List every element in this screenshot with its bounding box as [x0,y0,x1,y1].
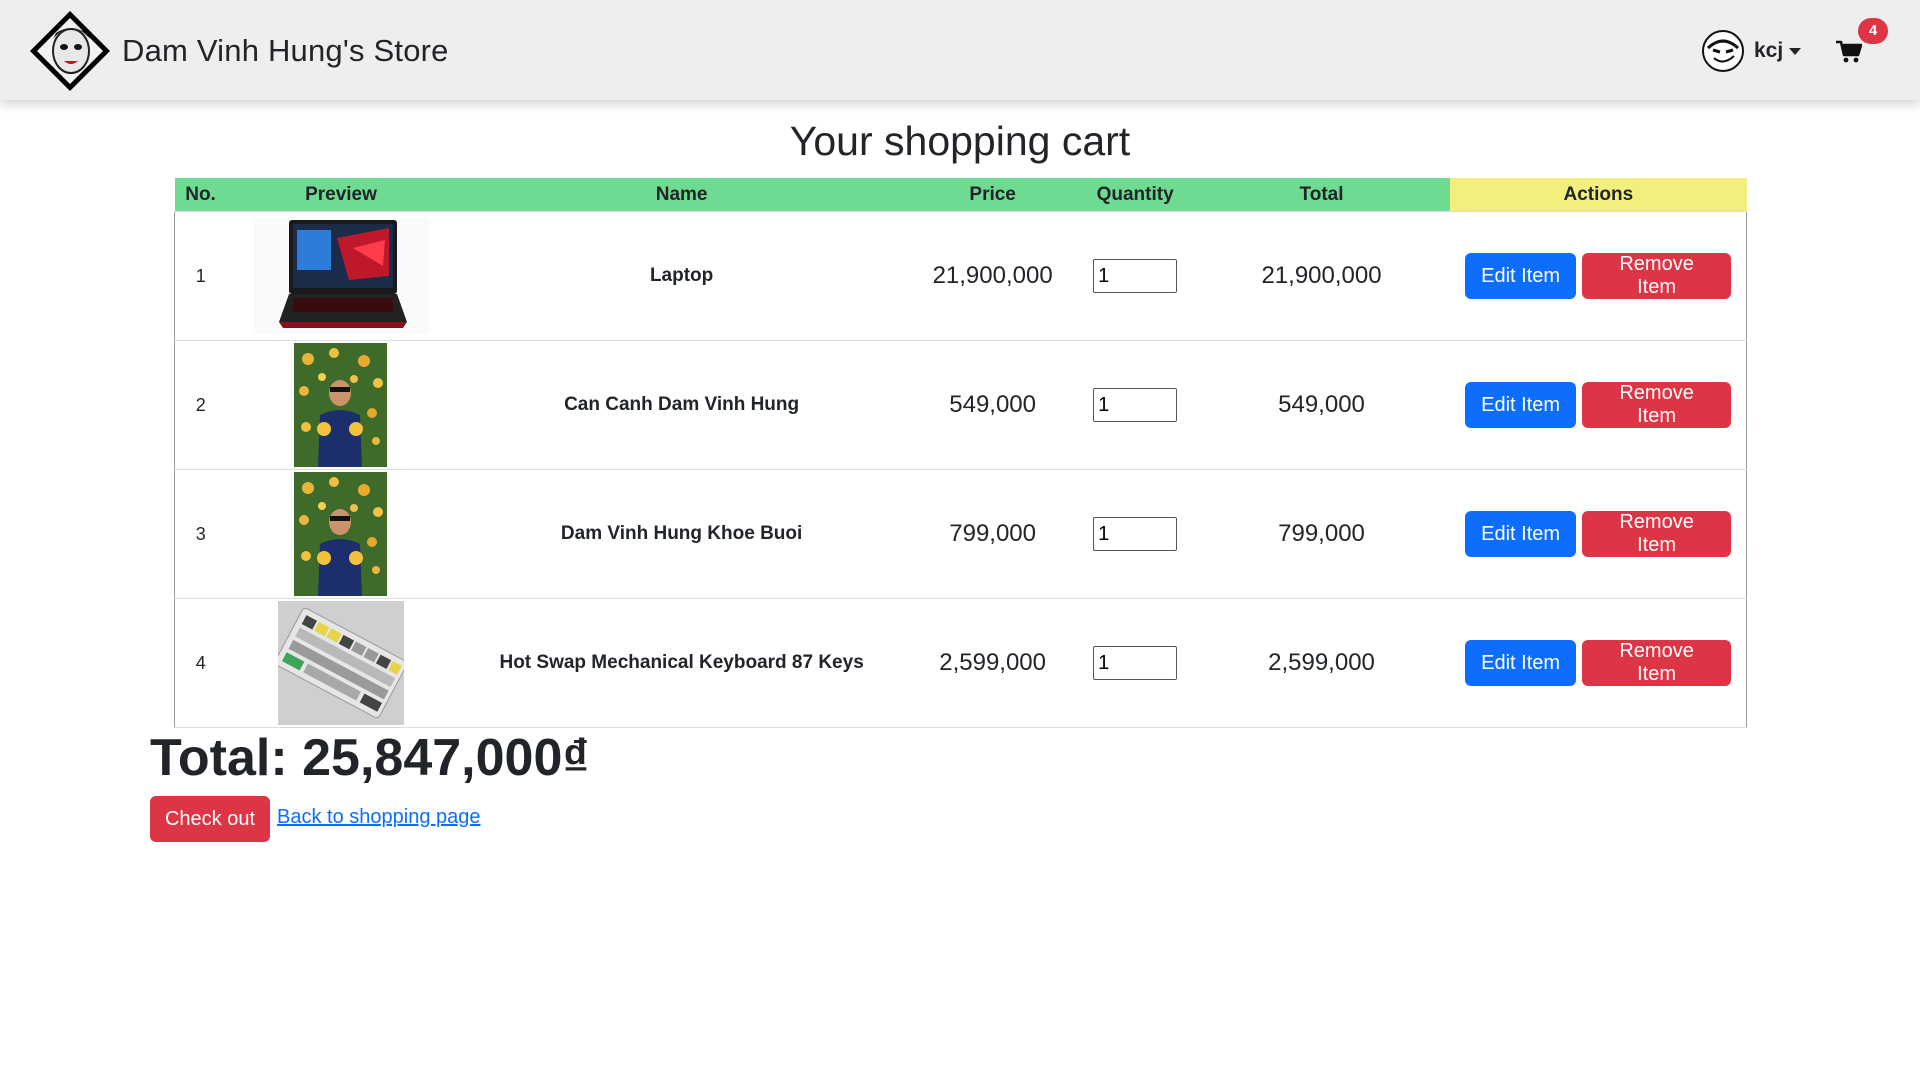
quantity-input[interactable] [1093,646,1178,680]
user-menu-toggle[interactable]: kcj [1702,28,1802,74]
table-row: 4 Hot Swap Mechanical Keyboard 87 Keys 2… [174,598,1747,728]
product-name: Can Canh Dam Vinh Hung [455,340,908,470]
edit-item-button[interactable]: Edit Item [1465,382,1577,428]
checkout-button[interactable]: Check out [150,796,270,842]
product-name: Dam Vinh Hung Khoe Buoi [455,469,908,599]
quantity-cell [1077,469,1193,599]
remove-item-button[interactable]: Remove Item [1582,382,1732,428]
quantity-cell [1077,211,1193,341]
remove-item-button[interactable]: Remove Item [1582,253,1732,299]
caret-down-icon [1789,47,1802,55]
product-price: 2,599,000 [907,598,1078,728]
header-no: No. [174,178,227,212]
actions-cell: Edit ItemRemove Item [1450,598,1747,728]
laptop-image [252,218,429,334]
row-total: 799,000 [1192,469,1451,599]
table-row: 3 Dam Vinh Hung Khoe Buoi 799,000 1 799,… [174,469,1747,599]
row-total: 2,599,000 [1192,598,1451,728]
cart-button[interactable]: 4 [1834,18,1888,68]
table-row: 2 Can Canh Dam Vinh Hung 549,000 1 549,0… [174,340,1747,470]
row-number: 3 [174,469,227,599]
header-preview: Preview [226,178,456,212]
product-price: 549,000 [907,340,1078,470]
header-name: Name [455,178,908,212]
actions-cell: Edit ItemRemove Item [1450,469,1747,599]
cart-icon [1836,40,1862,63]
row-total: 21,900,000 [1192,211,1451,341]
cart-table: No. Preview Name Price Quantity Total Ac… [174,178,1747,728]
product-price: 799,000 [907,469,1078,599]
brand-link[interactable]: Dam Vinh Hung's Store [28,9,449,93]
back-to-shopping-link[interactable]: Back to shopping page [277,806,481,829]
page-title: Your shopping cart [789,118,1131,164]
preview-cell [226,340,456,470]
header-actions: Actions [1450,178,1747,212]
keyboard-image [277,601,404,725]
product-name: Laptop [455,211,908,341]
table-row: 1 Laptop 21,900,000 21,900,0 [174,211,1747,341]
preview-cell [226,598,456,728]
remove-item-button[interactable]: Remove Item [1582,511,1732,557]
person-tree-image [294,472,388,596]
person-tree-image [294,343,388,467]
logo-icon [30,11,110,91]
product-price: 21,900,000 [907,211,1078,341]
quantity-cell [1077,598,1193,728]
table-header-row: No. Preview Name Price Quantity Total Ac… [174,178,1747,212]
header-price: Price [907,178,1078,212]
row-number: 4 [174,598,227,728]
username: kcj [1754,39,1784,62]
quantity-input[interactable] [1093,517,1178,551]
remove-item-button[interactable]: Remove Item [1582,640,1732,686]
actions-cell: Edit ItemRemove Item [1450,340,1747,470]
product-name: Hot Swap Mechanical Keyboard 87 Keys [455,598,908,728]
navbar: Dam Vinh Hung's Store kcj 4 [0,0,1920,100]
header-total: Total [1192,178,1451,212]
edit-item-button[interactable]: Edit Item [1465,511,1577,557]
preview-cell [226,469,456,599]
quantity-cell [1077,340,1193,470]
cart-total: Total: 25,847,000₫ [150,729,590,787]
quantity-input[interactable] [1093,388,1178,422]
edit-item-button[interactable]: Edit Item [1465,640,1577,686]
actions-cell: Edit ItemRemove Item [1450,211,1747,341]
row-total: 549,000 [1192,340,1451,470]
header-quantity: Quantity [1077,178,1193,212]
cart-count-badge: 4 [1858,18,1888,44]
avatar-icon [1702,30,1744,72]
row-number: 1 [174,211,227,341]
row-number: 2 [174,340,227,470]
preview-cell [226,211,456,341]
quantity-input[interactable] [1093,259,1178,293]
edit-item-button[interactable]: Edit Item [1465,253,1577,299]
brand-name: Dam Vinh Hung's Store [122,33,449,68]
